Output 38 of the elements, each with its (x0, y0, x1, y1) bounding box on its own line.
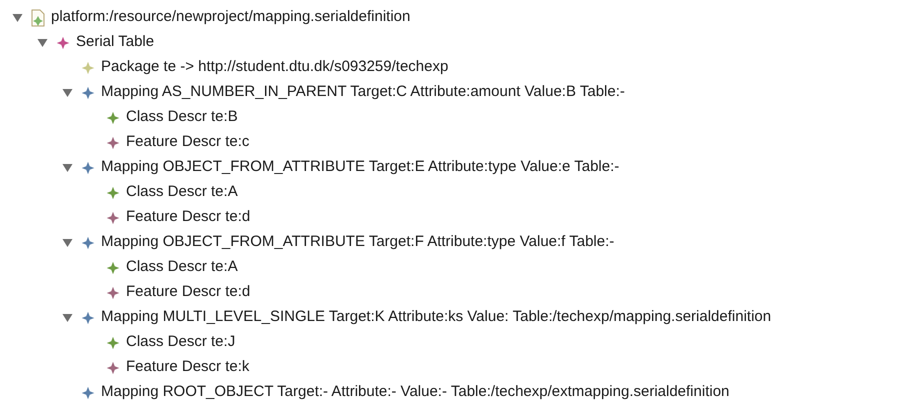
diamond-icon (105, 134, 121, 150)
expander-icon[interactable] (62, 87, 72, 98)
diamond-icon (105, 210, 121, 226)
expander-icon[interactable] (12, 12, 22, 23)
tree-item-label[interactable]: Mapping OBJECT_FROM_ATTRIBUTE Target:F Attribute:type Value:f Table:- (101, 231, 614, 254)
diamond-icon (105, 334, 121, 350)
expander-icon[interactable] (62, 162, 72, 173)
file-icon (30, 8, 46, 26)
diamond-icon (80, 84, 96, 100)
diamond-icon (105, 110, 121, 126)
diamond-icon (105, 184, 121, 200)
tree-item-label[interactable]: Feature Descr te:c (126, 131, 250, 154)
diamond-icon (80, 160, 96, 176)
tree-item-label[interactable]: Class Descr te:A (126, 181, 238, 204)
tree-item-label[interactable]: Class Descr te:J (126, 331, 236, 354)
tree-item-label[interactable]: Mapping ROOT_OBJECT Target:- Attribute:- Value:- Table:/techexp/extmapping.serialdefinition (101, 381, 730, 404)
tree-item-label[interactable]: Mapping AS_NUMBER_IN_PARENT Target:C Attribute:amount Value:B Table:- (101, 81, 625, 104)
tree-item-label[interactable]: Feature Descr te:k (126, 356, 250, 379)
tree-item-label[interactable]: Package te -> http://student.dtu.dk/s093259/techexp (101, 56, 448, 79)
diamond-icon (105, 260, 121, 276)
tree-item-label[interactable]: Feature Descr te:d (126, 206, 250, 229)
tree-item-label[interactable]: Mapping MULTI_LEVEL_SINGLE Target:K Attribute:ks Value: Table:/techexp/mapping.serialdefinition (101, 306, 772, 329)
diamond-icon (105, 284, 121, 300)
expander-icon[interactable] (62, 312, 72, 323)
diamond-icon (55, 34, 71, 50)
tree-item-label[interactable]: Mapping OBJECT_FROM_ATTRIBUTE Target:E Attribute:type Value:e Table:- (101, 156, 620, 179)
tree-item-label[interactable]: Class Descr te:B (126, 106, 238, 129)
expander-icon[interactable] (62, 237, 72, 248)
diamond-icon (80, 60, 96, 76)
diamond-icon (80, 234, 96, 250)
expander-icon[interactable] (36, 37, 48, 48)
diamond-icon (80, 384, 96, 400)
tree-item-label[interactable]: Feature Descr te:d (126, 281, 250, 304)
tree-item-label[interactable]: platform:/resource/newproject/mapping.serialdefinition (51, 6, 410, 29)
tree-item-label[interactable]: Class Descr te:A (126, 256, 238, 279)
diamond-icon (105, 360, 121, 376)
diamond-icon (80, 310, 96, 326)
tree-item-label[interactable]: Serial Table (76, 31, 154, 54)
